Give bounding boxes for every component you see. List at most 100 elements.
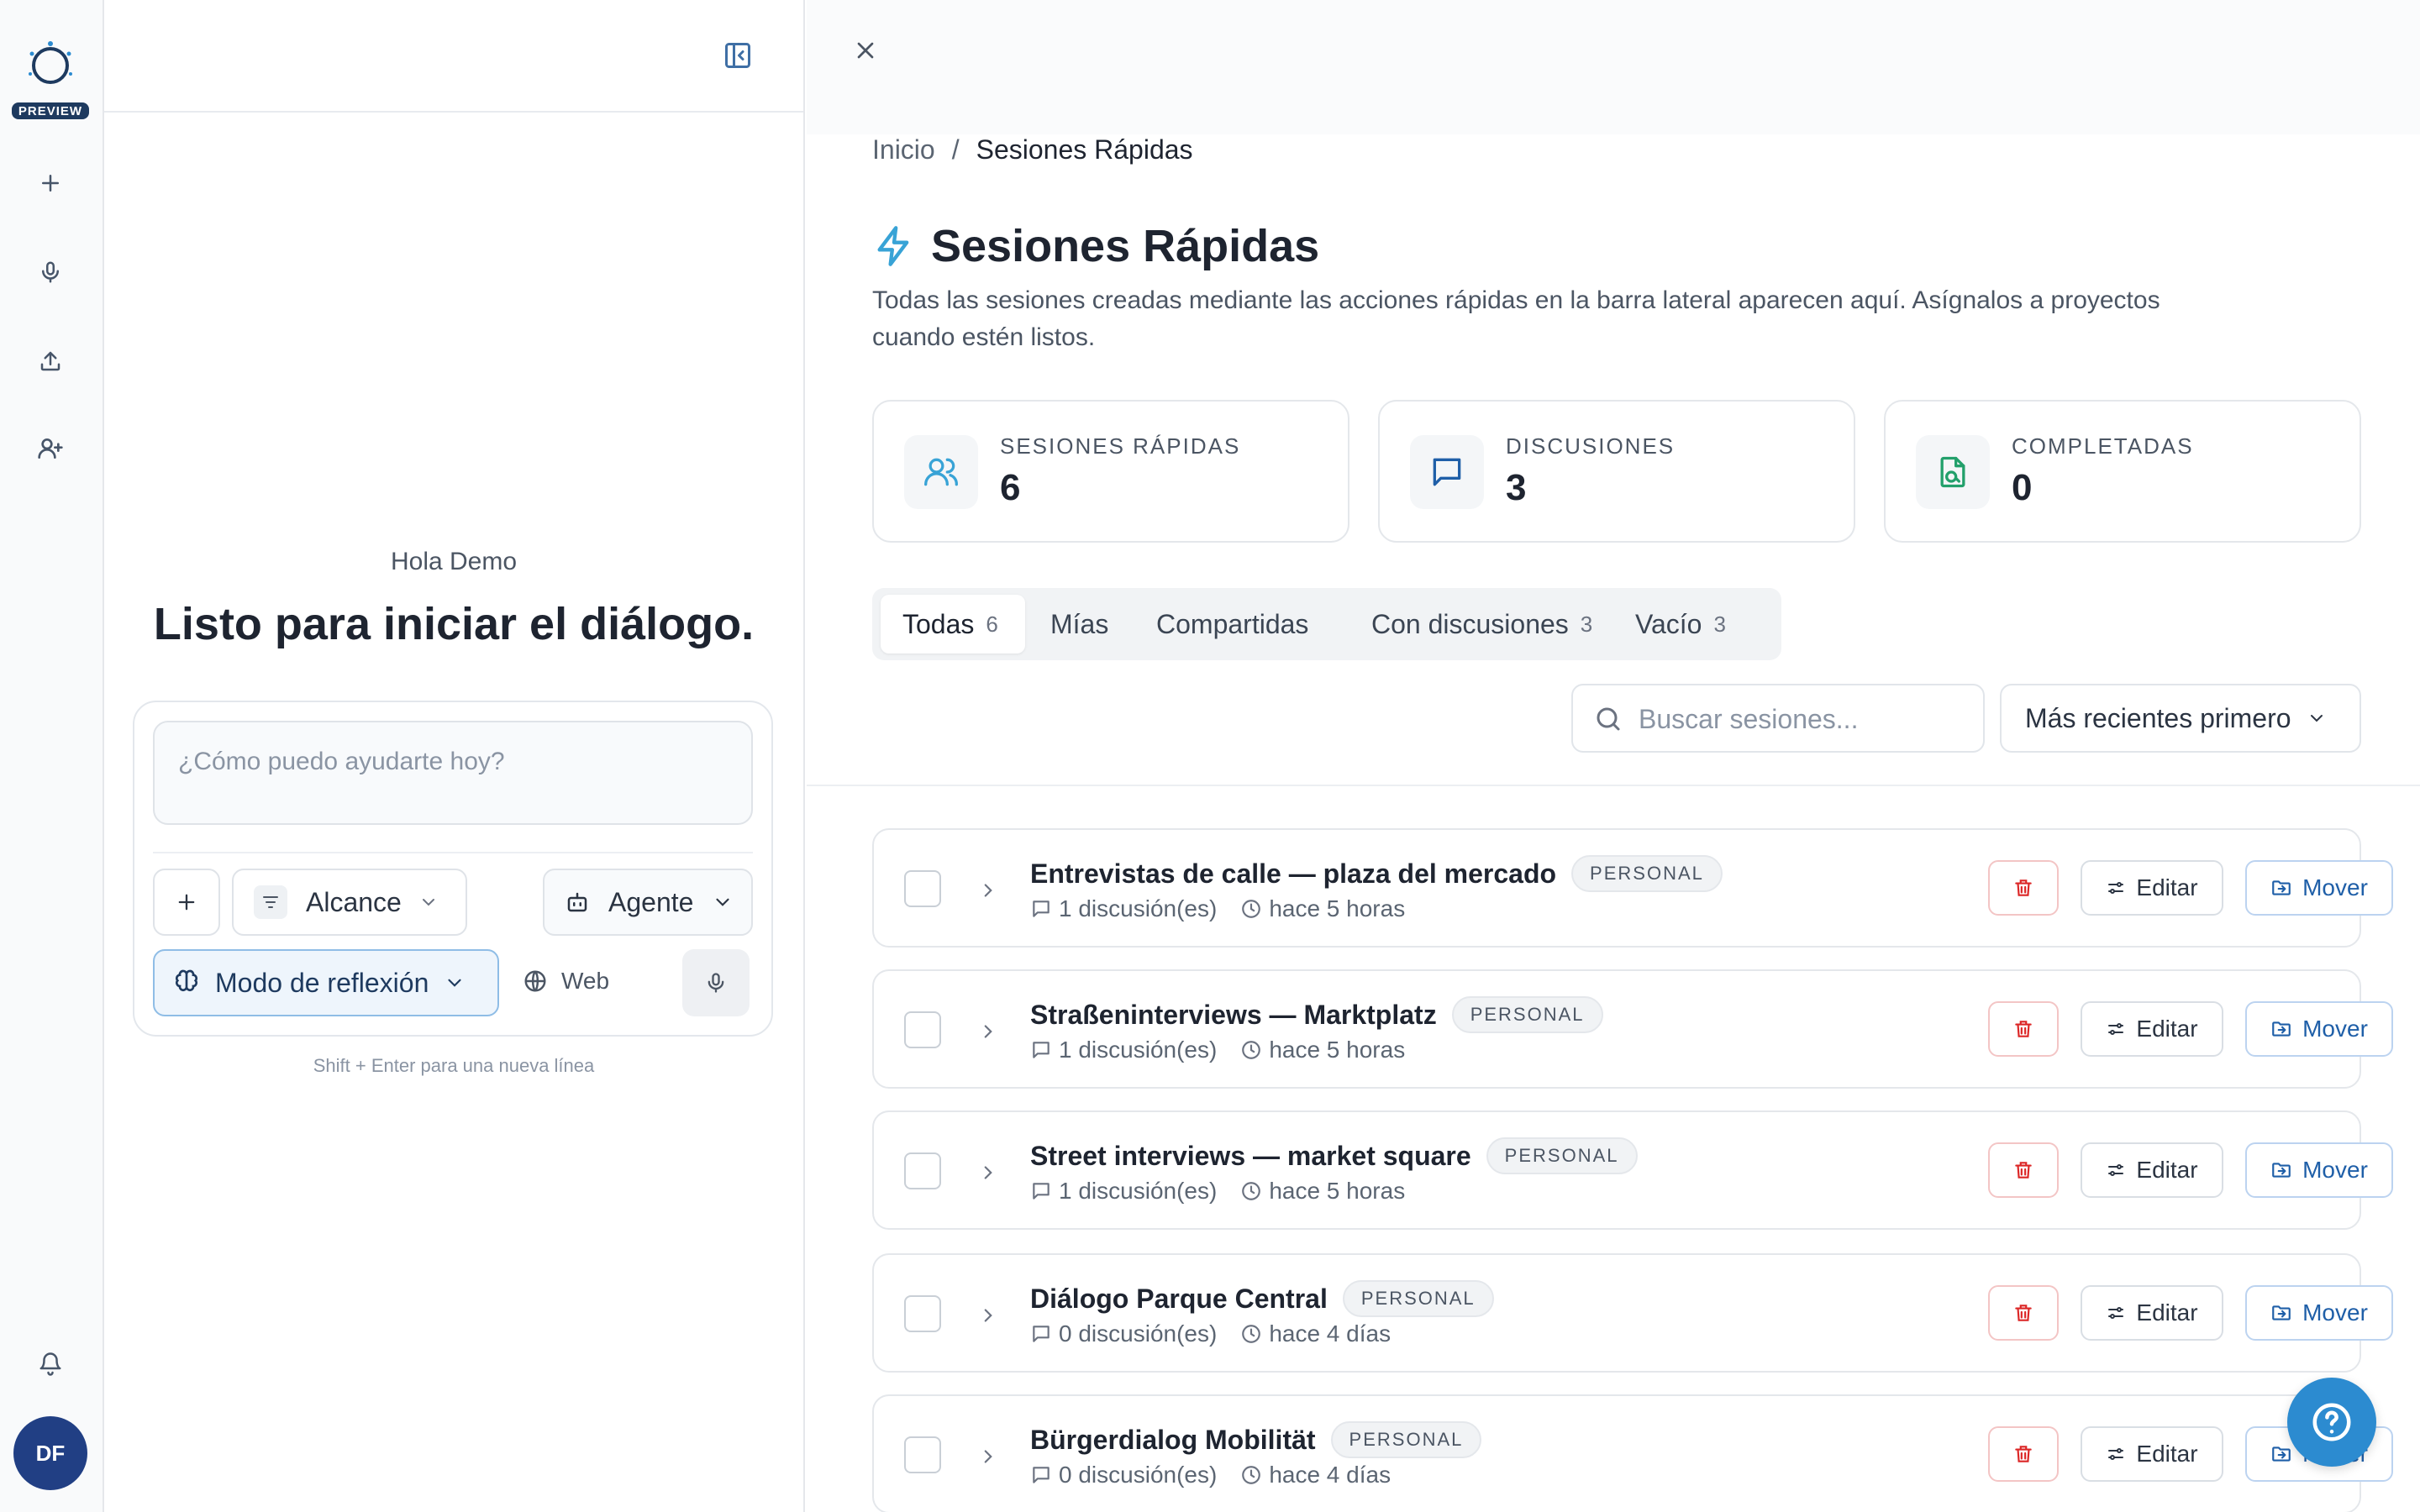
logo-icon[interactable]	[24, 37, 77, 91]
move-button[interactable]: Mover	[2245, 1142, 2393, 1198]
expand-row-button[interactable]	[971, 1015, 1005, 1048]
sort-label: Más recientes primero	[2025, 702, 2291, 733]
expand-row-button[interactable]	[971, 1440, 1005, 1473]
session-row[interactable]: Bürgerdialog Mobilität PERSONAL 0 discusi…	[872, 1394, 2393, 1512]
tab-shared[interactable]: Compartidas	[1146, 595, 1348, 654]
move-button[interactable]: Mover	[2245, 1285, 2393, 1341]
message-icon	[1033, 1042, 1050, 1058]
folder-move-icon	[2272, 1021, 2291, 1037]
delete-button[interactable]	[1988, 1426, 2059, 1482]
delete-button[interactable]	[1988, 1285, 2059, 1341]
tab-count: 3	[1713, 611, 1726, 637]
session-badge: PERSONAL	[1571, 855, 1723, 892]
stat-card-discussions: DISCUSIONES 3	[1378, 400, 1855, 543]
notifications-button[interactable]	[25, 1339, 76, 1389]
delete-button[interactable]	[1988, 1001, 2059, 1057]
chevron-right-icon	[984, 1025, 992, 1038]
record-button[interactable]	[25, 247, 76, 297]
discussion-count: 0 discusión(es)	[1059, 1320, 1218, 1347]
session-title[interactable]: Entrevistas de calle — plaza del mercado	[1030, 858, 1556, 890]
move-button[interactable]: Mover	[2245, 860, 2393, 916]
stat-label: DISCUSIONES	[1506, 433, 1676, 459]
session-title[interactable]: Bürgerdialog Mobilität	[1030, 1425, 1316, 1456]
breadcrumb-home[interactable]: Inicio	[872, 134, 935, 165]
edit-button[interactable]: Editar	[2081, 1001, 2223, 1057]
invite-user-button[interactable]	[25, 423, 76, 474]
voice-input-button[interactable]	[682, 949, 750, 1016]
edit-button[interactable]: Editar	[2081, 860, 2223, 916]
session-title[interactable]: Diálogo Parque Central	[1030, 1284, 1328, 1315]
row-checkbox[interactable]	[904, 1152, 941, 1189]
edit-label: Editar	[2136, 1441, 2198, 1467]
close-button[interactable]	[852, 37, 879, 64]
new-chat-button[interactable]	[25, 158, 76, 208]
help-icon	[2312, 1403, 2351, 1441]
session-badge: PERSONAL	[1486, 1137, 1638, 1174]
tab-with-discussions[interactable]: Con discusiones 3	[1356, 595, 1615, 654]
row-checkbox[interactable]	[904, 1436, 941, 1473]
row-checkbox[interactable]	[904, 870, 941, 907]
breadcrumb-current: Sesiones Rápidas	[976, 134, 1193, 165]
trash-icon	[2015, 1446, 2032, 1462]
expand-row-button[interactable]	[971, 1156, 1005, 1189]
tab-label: Con discusiones	[1371, 608, 1569, 639]
lightning-icon	[877, 226, 909, 266]
row-checkbox[interactable]	[904, 1295, 941, 1332]
reflection-mode-select[interactable]: Modo de reflexión	[153, 949, 499, 1016]
avatar[interactable]: DF	[13, 1416, 87, 1490]
session-row[interactable]: Straßeninterviews — Marktplatz PERSONAL 1…	[872, 969, 2393, 1089]
users-icon	[904, 435, 978, 509]
delete-button[interactable]	[1988, 1142, 2059, 1198]
chevron-right-icon	[984, 1309, 992, 1322]
edit-button[interactable]: Editar	[2081, 1426, 2223, 1482]
expand-row-button[interactable]	[971, 874, 1005, 907]
agent-label: Agente	[608, 886, 694, 917]
collapse-panel-button[interactable]	[723, 40, 753, 71]
web-toggle[interactable]: Web	[523, 968, 609, 995]
delete-button[interactable]	[1988, 860, 2059, 916]
session-time: hace 4 días	[1269, 1462, 1392, 1488]
expand-row-button[interactable]	[971, 1299, 1005, 1332]
move-button[interactable]: Mover	[2245, 1001, 2393, 1057]
folder-move-icon	[2272, 880, 2291, 895]
search-icon	[1597, 707, 1620, 731]
attach-button[interactable]	[153, 869, 220, 936]
sort-select[interactable]: Más recientes primero	[2000, 684, 2361, 753]
agent-select[interactable]: Agente	[543, 869, 753, 936]
message-icon	[1033, 900, 1050, 917]
chevron-right-icon	[984, 1450, 992, 1463]
file-check-icon	[1916, 435, 1990, 509]
search-box	[1571, 684, 1985, 753]
edit-button[interactable]: Editar	[2081, 1285, 2223, 1341]
tab-all[interactable]: Todas 6	[881, 595, 1025, 654]
tab-label: Vacío	[1635, 608, 1702, 639]
icon-rail: PREVIEW DF	[0, 0, 104, 1512]
session-row[interactable]: Street interviews — market square PERSONA…	[872, 1110, 2393, 1230]
tab-mine[interactable]: Mías	[1039, 595, 1139, 654]
row-checkbox[interactable]	[904, 1011, 941, 1048]
session-title[interactable]: Straßeninterviews — Marktplatz	[1030, 1000, 1437, 1031]
session-row[interactable]: Diálogo Parque Central PERSONAL 0 discusi…	[872, 1253, 2393, 1373]
session-row[interactable]: Entrevistas de calle — plaza del mercado…	[872, 828, 2393, 948]
help-button[interactable]	[2287, 1378, 2376, 1467]
tab-empty[interactable]: Vacío 3	[1623, 595, 1775, 654]
tab-count: 3	[1580, 611, 1593, 637]
stat-card-completed: COMPLETADAS 0	[1884, 400, 2361, 543]
edit-button[interactable]: Editar	[2081, 1142, 2223, 1198]
session-time: hace 4 días	[1269, 1320, 1392, 1347]
chat-headline: Listo para iniciar el diálogo.	[153, 599, 755, 649]
mic-icon	[42, 261, 59, 283]
scope-label: Alcance	[306, 886, 402, 917]
tab-label: Todas	[902, 608, 975, 639]
settings-icon	[2108, 1448, 2124, 1460]
session-time: hace 5 horas	[1269, 1037, 1406, 1063]
upload-button[interactable]	[25, 336, 76, 386]
globe-icon	[524, 970, 546, 992]
session-title[interactable]: Street interviews — market square	[1030, 1141, 1471, 1172]
trash-icon	[2015, 1021, 2032, 1037]
scope-select[interactable]: Alcance	[232, 869, 467, 936]
move-label: Mover	[2302, 874, 2368, 900]
filter-tabs: Todas 6 Mías Compartidas Con discusiones…	[872, 588, 1781, 660]
search-input[interactable]	[1639, 701, 1966, 738]
prompt-input[interactable]: ¿Cómo puedo ayudarte hoy?	[153, 721, 753, 825]
